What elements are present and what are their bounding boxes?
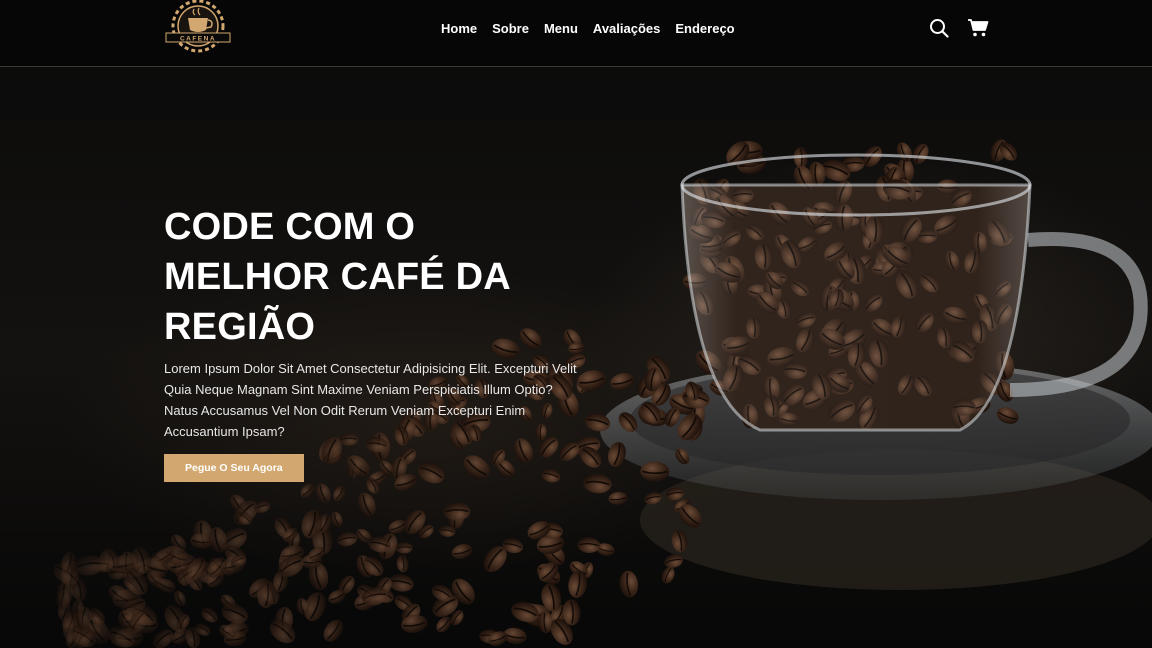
nav-item-menu[interactable]: Menu xyxy=(544,20,578,37)
nav-icons xyxy=(929,18,989,38)
hero-title: CODE COM O MELHOR CAFÉ DA REGIÃO xyxy=(164,202,594,352)
search-icon xyxy=(930,19,949,38)
logo-text: CAFENA xyxy=(180,36,216,43)
nav-item-endereco[interactable]: Endereço xyxy=(675,20,734,37)
main-nav: Home Sobre Menu Avaliações Endereço xyxy=(441,20,735,37)
hero-content: CODE COM O MELHOR CAFÉ DA REGIÃO Lorem I… xyxy=(164,202,594,482)
nav-item-home[interactable]: Home xyxy=(441,20,477,37)
coffee-cup-gear-icon: CAFENA xyxy=(165,0,231,53)
get-yours-now-button[interactable]: Pegue O Seu Agora xyxy=(164,454,304,482)
brand-logo[interactable]: CAFENA xyxy=(164,0,232,56)
hero-title-line: MELHOR CAFÉ DA xyxy=(164,256,511,298)
cart-button[interactable] xyxy=(967,18,989,38)
cart-icon xyxy=(968,19,989,37)
hero-title-line: REGIÃO xyxy=(164,306,316,348)
search-button[interactable] xyxy=(929,18,949,38)
navbar: CAFENA Home Sobre Menu Avaliações Endere… xyxy=(0,0,1152,67)
nav-item-avaliacoes[interactable]: Avaliações xyxy=(593,20,660,37)
nav-item-sobre[interactable]: Sobre xyxy=(492,20,529,37)
hero-title-line: CODE COM O xyxy=(164,206,416,248)
hero-description: Lorem Ipsum Dolor Sit Amet Consectetur A… xyxy=(164,361,577,439)
